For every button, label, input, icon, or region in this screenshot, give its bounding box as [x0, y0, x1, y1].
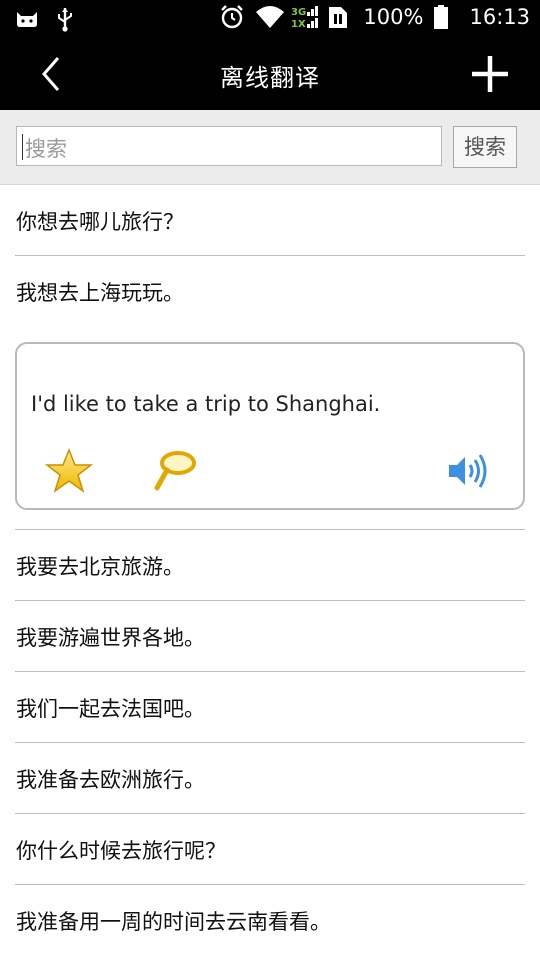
list-item[interactable]: 我准备去欧洲旅行。: [15, 743, 525, 814]
plus-icon: [472, 56, 508, 92]
status-bar: 3G 1X 100% 16:13: [0, 0, 540, 38]
speaker-icon: [449, 454, 487, 488]
list-item[interactable]: 我要游遍世界各地。: [15, 601, 525, 672]
signal-3g-icon: 3G 1X: [291, 4, 319, 30]
translation-text: I'd like to take a trip to Shanghai.: [31, 392, 381, 416]
list-item-selected[interactable]: 我想去上海玩玩。: [15, 256, 525, 327]
magnifier-icon: [154, 451, 196, 491]
list-item[interactable]: 你什么时候去旅行呢？: [15, 814, 525, 885]
svg-text:3G: 3G: [291, 7, 306, 18]
star-icon: [44, 447, 94, 493]
list-item[interactable]: 你想去哪儿旅行？: [15, 185, 525, 256]
list-item[interactable]: 我准备用一周的时间去云南看看。: [15, 885, 525, 956]
search-placeholder: 搜索: [25, 137, 67, 161]
cat-notification-icon: [14, 6, 40, 32]
divider: [15, 510, 525, 530]
favorite-button[interactable]: [44, 447, 94, 494]
search-input[interactable]: 搜索: [16, 126, 442, 166]
phrase-list: 你想去哪儿旅行？ 我想去上海玩玩。 I'd like to take a tri…: [15, 185, 525, 956]
speak-button[interactable]: [447, 452, 489, 490]
svg-text:1X: 1X: [291, 19, 306, 30]
list-item[interactable]: 我要去北京旅游。: [15, 530, 525, 601]
translation-card: I'd like to take a trip to Shanghai.: [15, 342, 525, 510]
sim-icon: [327, 4, 353, 30]
battery-percent: 100%: [363, 5, 424, 29]
page-title: 离线翻译: [220, 64, 320, 92]
text-caret: [22, 134, 23, 160]
lookup-button[interactable]: [151, 448, 197, 494]
list-item[interactable]: 我们一起去法国吧。: [15, 672, 525, 743]
wifi-icon: [255, 4, 285, 30]
alarm-icon: [219, 4, 245, 30]
title-bar: 离线翻译: [0, 38, 540, 110]
usb-icon: [54, 6, 80, 32]
battery-icon: [433, 4, 459, 30]
search-bar: 搜索 搜索: [0, 110, 540, 185]
add-button[interactable]: [468, 52, 512, 96]
clock: 16:13: [469, 5, 530, 29]
search-button[interactable]: 搜索: [453, 126, 517, 168]
